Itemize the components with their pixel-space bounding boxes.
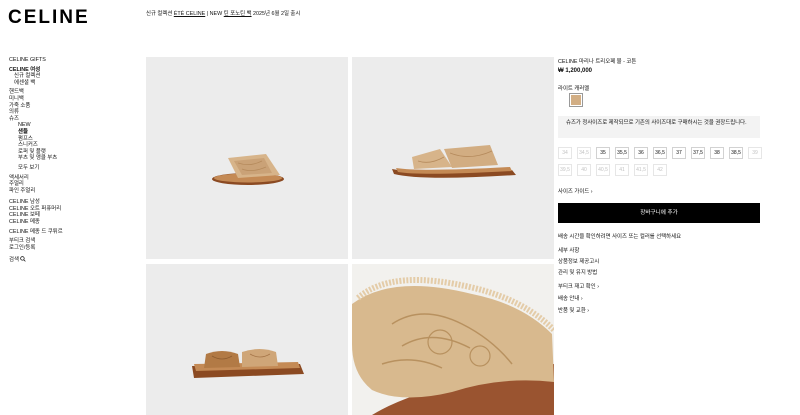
size-option[interactable]: 36 (634, 147, 648, 159)
nav-boots[interactable]: 부츠 및 앵클 부츠 (9, 155, 134, 162)
returns-link[interactable]: 반품 및 교환 › (558, 306, 589, 314)
nav-jewelry[interactable]: 주얼리 (9, 181, 134, 188)
chevron-right-icon: › (590, 189, 593, 195)
size-option[interactable]: 37,5 (691, 147, 705, 159)
size-option: 39,5 (558, 164, 572, 176)
nav-accessories[interactable]: 액세서리 (9, 175, 134, 182)
size-option: 41 (615, 164, 629, 176)
nav-small-bags[interactable]: 미니백 (9, 96, 134, 103)
nav-new-collection[interactable]: 신규 컬렉션 (9, 73, 134, 80)
size-option: 40 (577, 164, 591, 176)
details-link[interactable]: 세부 사항 (558, 246, 579, 254)
announcement-link-ete-celine[interactable]: ÉTÉ CELINE (174, 11, 205, 17)
product-image-4-detail[interactable] (352, 264, 554, 415)
nav-maison[interactable]: CELINE 메종 (9, 219, 134, 226)
announcement-text-2: | NEW (205, 11, 224, 17)
size-guide-label: 사이즈 가이드 (558, 189, 590, 195)
announcement-text-3: 2025년 6월 2일 출시 (251, 11, 301, 17)
sandal-detail-image (352, 264, 554, 415)
chevron-right-icon: › (587, 308, 590, 314)
size-option[interactable]: 35 (596, 147, 610, 159)
nav-login[interactable]: 로그인/등록 (9, 245, 134, 252)
celine-logo[interactable]: CELINE (8, 7, 90, 29)
shipping-info-text: 배송 시간을 확인하려면 사이즈 또는 컬러를 선택하세요 (558, 234, 682, 240)
care-link[interactable]: 관리 및 유지 방법 (558, 268, 597, 276)
announcement-text-1: 신규 컬렉션 (146, 11, 174, 17)
nav-men[interactable]: CELINE 남성 (9, 199, 134, 206)
returns-label: 반품 및 교환 (558, 308, 586, 314)
size-guide-link[interactable]: 사이즈 가이드 › (558, 187, 593, 195)
announcement-link-new-bag[interactable]: 틴 포노틴 백 (224, 11, 252, 17)
side-navigation: CELINE GIFTS CELINE 여성 신규 컬렉션 에센셜 백 핸드백 … (9, 57, 134, 264)
nav-sneakers[interactable]: 스니커즈 (9, 142, 134, 149)
color-label: 라이트 캐러멜 (558, 86, 590, 92)
size-option: 40,5 (596, 164, 610, 176)
delivery-link[interactable]: 배송 안내 › (558, 294, 583, 302)
announcement-bar: 신규 컬렉션 ÉTÉ CELINE | NEW 틴 포노틴 백 2025년 6월… (146, 9, 300, 17)
store-stock-link[interactable]: 부티크 재고 확인 › (558, 282, 599, 290)
size-option[interactable]: 36,5 (653, 147, 667, 159)
nav-search[interactable]: 검색 (9, 256, 134, 264)
sandal-front-image (212, 154, 284, 185)
product-price: ₩ 1,200,000 (558, 68, 593, 74)
size-notice: 슈즈가 정사이즈로 제작되므로 기존의 사이즈대로 구매하시는 것을 권장드립니… (558, 116, 760, 138)
color-swatch-light-caramel[interactable] (569, 93, 583, 107)
product-name: CELINE 마리나 트리오페 뮬 - 코튼 (558, 59, 637, 65)
nav-maison-couture[interactable]: CELINE 메종 드 쿠튀르 (9, 229, 134, 236)
search-icon (20, 256, 27, 263)
product-image-3[interactable] (146, 264, 348, 415)
size-option[interactable]: 38 (710, 147, 724, 159)
size-option[interactable]: 37 (672, 147, 686, 159)
product-info-link[interactable]: 상품정보 제공고시 (558, 257, 599, 265)
size-option: 34 (558, 147, 572, 159)
store-stock-label: 부티크 재고 확인 (558, 284, 596, 290)
nav-leather-goods[interactable]: 가죽 소품 (9, 103, 134, 110)
nav-shoes[interactable]: 슈즈 (9, 116, 134, 123)
nav-handbags[interactable]: 핸드백 (9, 89, 134, 96)
nav-search-label: 검색 (9, 257, 19, 264)
chevron-right-icon: › (597, 284, 600, 290)
nav-shoes-new[interactable]: NEW (9, 122, 134, 129)
nav-sandals[interactable]: 샌들 (9, 129, 134, 136)
chevron-right-icon: › (580, 296, 583, 302)
nav-fine-jewelry[interactable]: 파인 주얼리 (9, 188, 134, 195)
add-to-cart-button[interactable]: 장바구니에 추가 (558, 203, 760, 223)
size-option: 42 (653, 164, 667, 176)
sandal-side-image (392, 145, 516, 178)
size-option: 39 (748, 147, 762, 159)
nav-clothing[interactable]: 의류 (9, 109, 134, 116)
product-image-1[interactable] (146, 57, 348, 259)
size-option: 34,5 (577, 147, 591, 159)
size-option: 41,5 (634, 164, 648, 176)
nav-view-all[interactable]: 모두 보기 (9, 165, 134, 172)
nav-store-locator[interactable]: 부티크 검색 (9, 238, 134, 245)
size-option[interactable]: 38,5 (729, 147, 743, 159)
size-option[interactable]: 35,5 (615, 147, 629, 159)
nav-gifts[interactable]: CELINE GIFTS (9, 57, 134, 64)
product-image-2[interactable] (352, 57, 554, 259)
sandal-pair-image (192, 349, 304, 378)
delivery-label: 배송 안내 (558, 296, 580, 302)
nav-summer-shop[interactable]: 에센셜 백 (9, 80, 134, 87)
